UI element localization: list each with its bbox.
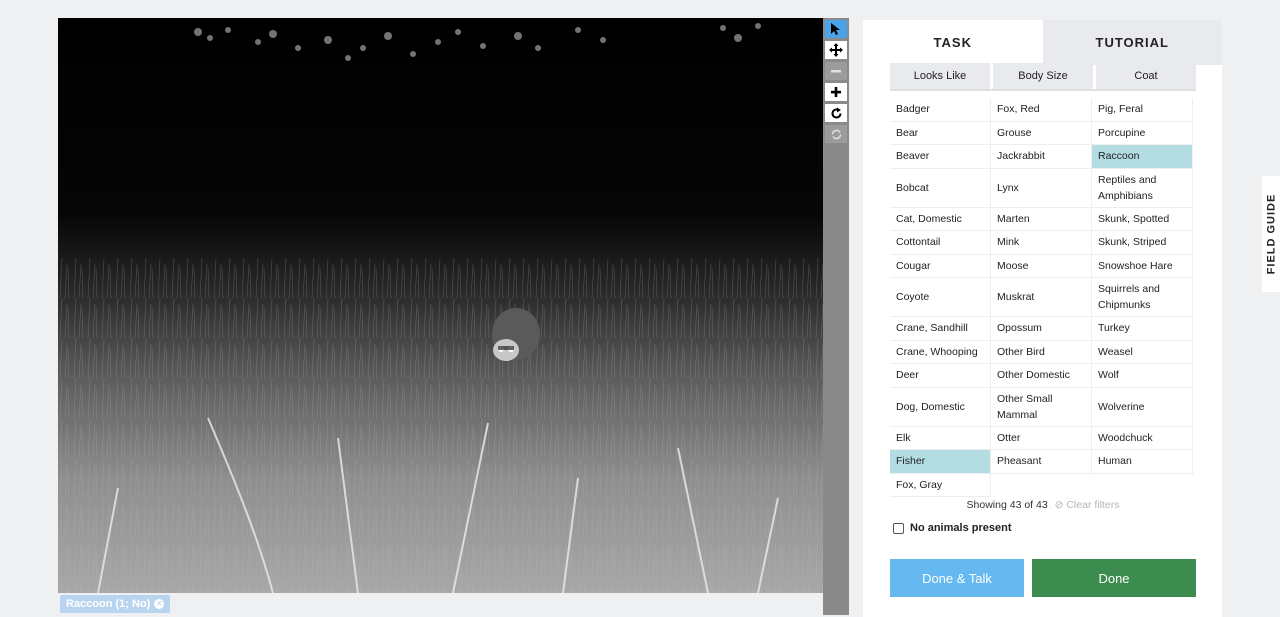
species-option[interactable]: Porcupine [1092,121,1193,145]
rotate-button[interactable] [825,104,847,122]
species-option[interactable]: Bear [890,121,991,145]
species-option[interactable]: Wolf [1092,364,1193,388]
species-option[interactable]: Other Small Mammal [991,387,1092,427]
plus-icon [831,87,841,97]
species-option[interactable]: Crane, Sandhill [890,317,991,341]
done-and-talk-button[interactable]: Done & Talk [890,559,1024,597]
species-option[interactable]: Other Domestic [991,364,1092,388]
cursor-icon [831,23,840,35]
species-option[interactable]: Opossum [991,317,1092,341]
species-option[interactable]: Fisher [890,450,991,474]
filter-coat-button[interactable]: Coat [1096,63,1196,89]
species-option[interactable]: Coyote [890,278,991,317]
field-guide-tab[interactable]: FIELD GUIDE [1262,176,1280,292]
done-button[interactable]: Done [1032,559,1196,597]
species-option[interactable]: Skunk, Spotted [1092,207,1193,231]
subject-image[interactable] [58,18,823,593]
task-tabs: TASK TUTORIAL [863,20,1222,65]
minus-icon [831,70,841,73]
move-icon [829,43,843,57]
no-animals-checkbox[interactable] [893,522,904,534]
species-option[interactable]: Moose [991,254,1092,278]
species-option[interactable]: Crane, Whooping [890,340,991,364]
zoom-in-button[interactable] [825,83,847,101]
species-option[interactable]: Mink [991,231,1092,255]
species-option[interactable]: Bobcat [890,168,991,208]
species-option[interactable]: Marten [991,207,1092,231]
species-option[interactable]: Badger [890,98,991,122]
species-option[interactable]: Raccoon [1092,145,1193,169]
filter-bar: Looks Like Body Size Coat [890,63,1196,91]
species-option[interactable]: Wolverine [1092,387,1193,427]
tab-task[interactable]: TASK [863,20,1043,65]
subject-tag-label: Raccoon (1; No) [66,598,151,610]
species-option[interactable]: Turkey [1092,317,1193,341]
filter-body-size-button[interactable]: Body Size [993,63,1093,89]
species-option[interactable]: Deer [890,364,991,388]
showing-count-text: Showing 43 of 43 [966,499,1048,511]
refresh-icon [831,129,841,139]
species-option[interactable]: Beaver [890,145,991,169]
species-option[interactable]: Pig, Feral [1092,98,1193,122]
species-grid: Badger Fox, Red Pig, Feral Bear Grouse Porcup… [890,98,1193,497]
species-option[interactable]: Lynx [991,168,1092,208]
pointer-tool-button[interactable] [825,20,847,38]
species-option[interactable]: Skunk, Striped [1092,231,1193,255]
rotate-icon [831,107,841,118]
block-icon: ⊘ [1054,499,1064,511]
close-icon[interactable]: ✕ [154,599,165,609]
species-option[interactable]: Other Bird [991,340,1092,364]
species-option[interactable]: Cottontail [890,231,991,255]
species-option[interactable]: Cat, Domestic [890,207,991,231]
species-option[interactable]: Fox, Red [991,98,1092,122]
species-option[interactable]: Weasel [1092,340,1193,364]
species-option[interactable]: Human [1092,450,1193,474]
showing-count: Showing 43 of 43 ⊘ Clear filters [890,499,1196,511]
field-guide-label: FIELD GUIDE [1265,193,1278,275]
species-option[interactable]: Pheasant [991,450,1092,474]
clear-filters-link[interactable]: ⊘ Clear filters [1055,499,1120,511]
species-option[interactable]: Jackrabbit [991,145,1092,169]
tab-tutorial[interactable]: TUTORIAL [1042,20,1222,65]
species-option[interactable]: Dog, Domestic [890,387,991,427]
task-panel: TASK TUTORIAL Looks Like Body Size Coat … [863,20,1222,617]
species-option[interactable]: Elk [890,426,991,450]
subject-annotation-tag[interactable]: Raccoon (1; No) ✕ [60,595,171,613]
species-cell-empty [1092,474,1193,498]
viewer-toolbar [823,18,849,615]
species-option[interactable]: Cougar [890,254,991,278]
species-option[interactable]: Grouse [991,121,1092,145]
no-animals-label: No animals present [910,522,1012,534]
species-option[interactable]: Muskrat [991,278,1092,317]
clear-filters-label: Clear filters [1066,499,1120,511]
pan-tool-button[interactable] [825,41,847,59]
reset-button[interactable] [825,125,847,143]
no-animals-option[interactable]: No animals present [893,522,1011,534]
species-option[interactable]: Snowshoe Hare [1092,254,1193,278]
species-option[interactable]: Otter [991,426,1092,450]
species-option[interactable]: Squirrels and Chipmunks [1092,278,1193,317]
species-option[interactable]: Fox, Gray [890,473,991,497]
species-cell-empty [991,474,1092,498]
species-option[interactable]: Reptiles and Amphibians [1092,168,1193,208]
zoom-out-button[interactable] [825,62,847,80]
filter-looks-like-button[interactable]: Looks Like [890,63,990,89]
species-option[interactable]: Woodchuck [1092,426,1193,450]
